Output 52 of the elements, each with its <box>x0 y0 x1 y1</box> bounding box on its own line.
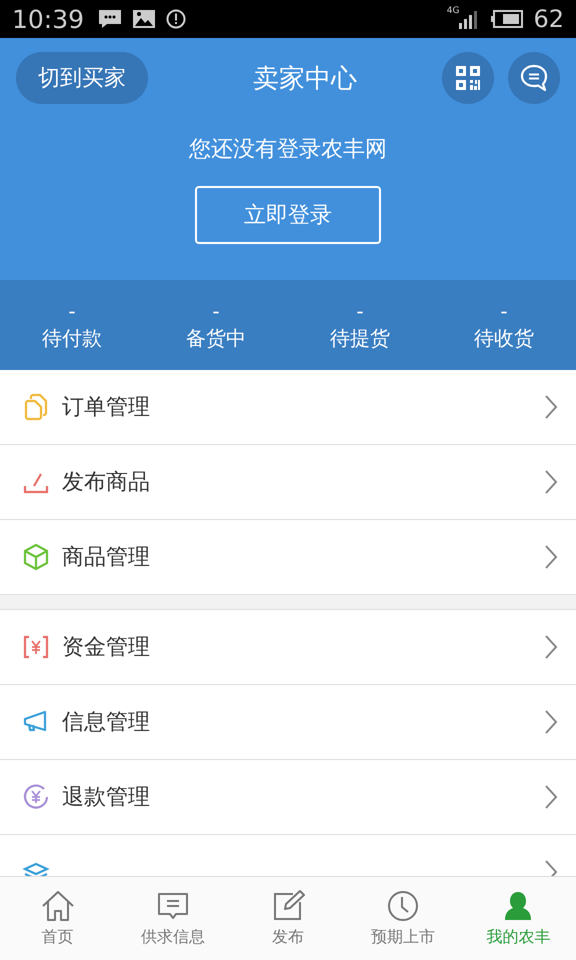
documents-icon <box>22 393 50 421</box>
alert-icon <box>166 9 186 29</box>
tab-item[interactable]: 我的农丰 <box>460 877 576 960</box>
stat-label: 待提货 <box>330 324 390 352</box>
clock-icon <box>386 889 420 923</box>
tab-item[interactable]: 发布 <box>230 877 346 960</box>
menu-label: 退款管理 <box>62 784 151 812</box>
menu-label: 发布商品 <box>62 469 151 497</box>
menu-label: 信息管理 <box>62 709 151 737</box>
menu-label: 商品管理 <box>62 544 151 572</box>
battery-level: 62 <box>533 5 564 33</box>
message-button[interactable] <box>508 52 560 104</box>
menu-label: 资金管理 <box>62 634 151 662</box>
login-button[interactable]: 立即登录 <box>195 186 381 244</box>
image-icon <box>132 9 156 29</box>
stat-value: - <box>68 298 76 322</box>
menu-row[interactable]: 订单管理 <box>0 370 576 445</box>
chevron-right-icon <box>544 634 558 660</box>
status-time: 10:39 <box>12 4 84 34</box>
chevron-right-icon <box>544 544 558 570</box>
tab-item[interactable]: 供求信息 <box>115 877 230 960</box>
stat-label: 备货中 <box>186 324 246 352</box>
yuan-refresh-icon <box>22 783 50 811</box>
menu-row[interactable]: 信息管理 <box>0 685 576 760</box>
page-title: 卖家中心 <box>252 62 358 96</box>
stat-value: - <box>500 298 508 322</box>
tab-item[interactable]: 首页 <box>0 877 116 960</box>
tab-item[interactable]: 预期上市 <box>346 877 461 960</box>
message-icon <box>98 9 122 29</box>
login-prompt: 您还没有登录农丰网 <box>189 136 387 164</box>
stat-label: 待收货 <box>474 324 534 352</box>
home-icon <box>40 889 75 923</box>
chevron-right-icon <box>544 394 558 420</box>
stat-label: 待付款 <box>42 324 102 352</box>
network-label: 4G <box>446 6 460 16</box>
chevron-right-icon <box>544 709 558 735</box>
speech-bubble-icon <box>519 63 549 93</box>
chevron-right-icon <box>544 784 558 810</box>
qr-code-icon <box>455 65 481 91</box>
yuan-bracket-icon <box>22 633 50 661</box>
menu-row[interactable]: 发布商品 <box>0 445 576 520</box>
switch-buyer-button[interactable]: 切到买家 <box>16 52 148 104</box>
battery-icon <box>491 10 524 28</box>
menu-label: 订单管理 <box>62 394 151 422</box>
menu-row[interactable]: 退款管理 <box>0 760 576 835</box>
menu-row[interactable]: 资金管理 <box>0 610 576 685</box>
qr-code-button[interactable] <box>442 52 494 104</box>
edit-icon <box>271 889 305 923</box>
stat-value: - <box>356 298 364 322</box>
stat-value: - <box>212 298 220 322</box>
chevron-right-icon <box>544 469 558 495</box>
cube-icon <box>22 543 50 571</box>
